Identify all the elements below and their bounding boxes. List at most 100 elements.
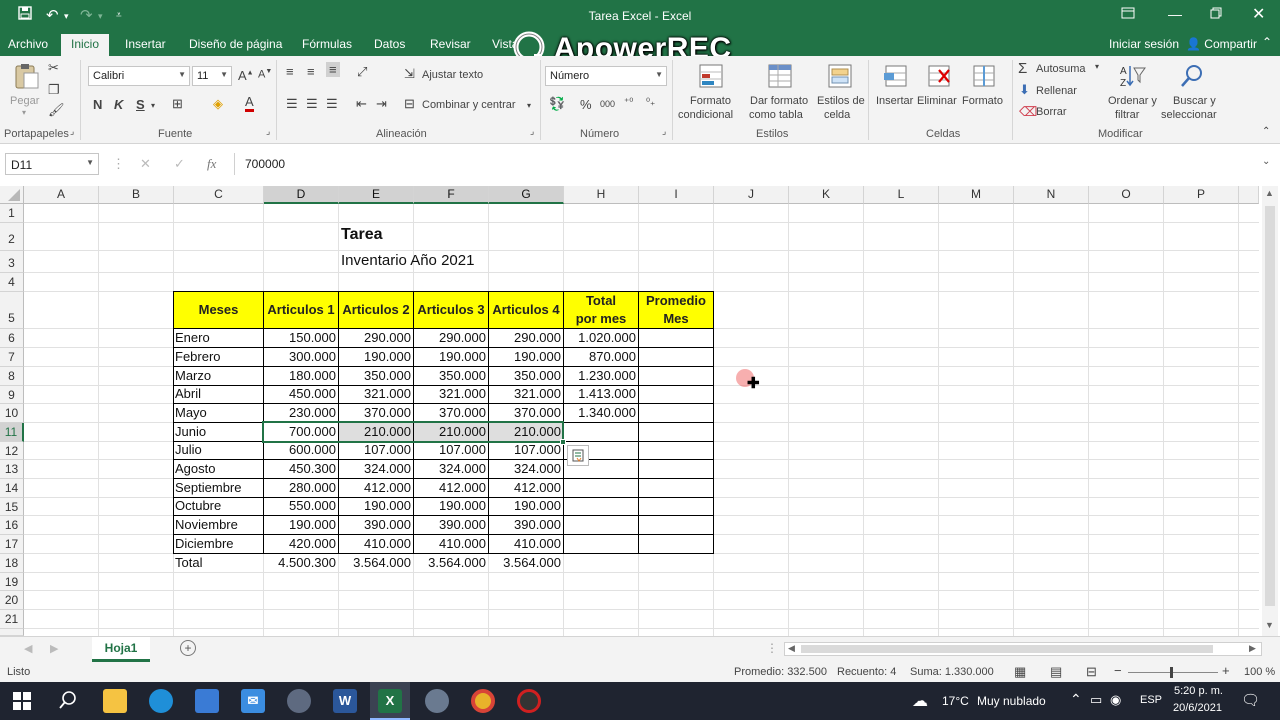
search-icon[interactable] xyxy=(58,690,78,713)
scroll-down-icon[interactable]: ▼ xyxy=(1265,620,1274,630)
number-format-combo[interactable]: Número ▼ xyxy=(545,66,667,86)
weather-cloud-icon[interactable]: ☁ xyxy=(912,691,928,711)
column-header-b[interactable]: B xyxy=(99,186,174,204)
percent-button[interactable]: % xyxy=(580,97,592,112)
value-cell[interactable] xyxy=(638,515,714,535)
row-header-3[interactable]: 3 xyxy=(0,251,24,273)
show-hidden-icons[interactable]: ⌃ xyxy=(1070,691,1082,708)
value-cell[interactable]: 350.000 xyxy=(338,366,414,386)
paint-icon[interactable] xyxy=(425,689,449,713)
value-cell[interactable]: 290.000 xyxy=(413,328,489,348)
column-header-o[interactable]: O xyxy=(1089,186,1164,204)
month-cell[interactable]: Abril xyxy=(173,385,264,404)
month-cell[interactable]: Noviembre xyxy=(173,515,264,535)
sign-in-link[interactable]: Iniciar sesión xyxy=(1109,37,1179,51)
row-header-7[interactable]: 7 xyxy=(0,348,24,367)
row-header-13[interactable]: 13 xyxy=(0,460,24,479)
value-cell[interactable]: 412.000 xyxy=(488,478,564,498)
tab-archivo[interactable]: Archivo xyxy=(8,37,48,51)
wrap-text-button[interactable]: Ajustar texto xyxy=(422,69,483,81)
row-header-16[interactable]: 16 xyxy=(0,516,24,535)
scrollbar-thumb[interactable] xyxy=(1265,206,1275,606)
scroll-right-icon[interactable]: ▶ xyxy=(1249,643,1256,654)
value-cell[interactable]: 450.300 xyxy=(263,459,339,479)
value-cell[interactable]: 370.000 xyxy=(488,403,564,423)
record-icon[interactable] xyxy=(517,689,541,713)
bold-icon[interactable]: N xyxy=(93,97,102,112)
network-icon[interactable]: ◉ xyxy=(1110,692,1121,708)
value-cell[interactable]: 450.000 xyxy=(263,385,339,404)
vertical-scrollbar[interactable]: ▲ ▼ xyxy=(1262,186,1278,636)
month-cell[interactable]: Marzo xyxy=(173,366,264,386)
decrease-decimal-icon[interactable]: ⁰₊ xyxy=(646,97,655,108)
value-cell[interactable]: 107.000 xyxy=(413,441,489,460)
increase-indent-icon[interactable]: ⇥ xyxy=(376,96,387,112)
align-top-icon[interactable]: ≡ xyxy=(286,64,294,79)
tab-revisar[interactable]: Revisar xyxy=(430,37,471,51)
insert-function-icon[interactable]: fx xyxy=(207,156,216,172)
month-cell[interactable]: Septiembre xyxy=(173,478,264,498)
value-cell[interactable] xyxy=(638,534,714,554)
value-cell[interactable]: 350.000 xyxy=(413,366,489,386)
column-header-p[interactable]: P xyxy=(1164,186,1239,204)
value-cell[interactable]: 321.000 xyxy=(338,385,414,404)
total-value-cell[interactable]: 3.564.000 xyxy=(488,553,563,572)
value-cell[interactable] xyxy=(563,478,639,498)
value-cell[interactable] xyxy=(638,478,714,498)
splitter-icon[interactable]: ⋮ xyxy=(766,641,778,655)
value-cell[interactable]: 324.000 xyxy=(413,459,489,479)
scroll-sheets-left-icon[interactable]: ◀ xyxy=(24,642,32,655)
share-button[interactable]: 👤 Compartir xyxy=(1186,37,1257,51)
total-value-cell[interactable]: 4.500.300 xyxy=(263,553,338,572)
font-name-combo[interactable]: Calibri ▼ xyxy=(88,66,190,86)
value-cell[interactable]: 390.000 xyxy=(488,515,564,535)
value-cell[interactable]: 370.000 xyxy=(413,403,489,423)
enter-icon[interactable]: ✓ xyxy=(174,156,185,172)
value-cell[interactable]: 190.000 xyxy=(413,497,489,516)
cut-icon[interactable]: ✂ xyxy=(48,60,59,76)
hscrollbar-thumb[interactable] xyxy=(801,645,1213,653)
value-cell[interactable] xyxy=(638,441,714,460)
column-header-h[interactable]: H xyxy=(564,186,639,204)
fill-color-icon[interactable]: ◈ xyxy=(213,96,223,112)
value-cell[interactable] xyxy=(638,459,714,479)
tab-inicio[interactable]: Inicio xyxy=(61,34,110,56)
tab-diseno-pagina[interactable]: Diseño de página xyxy=(189,37,282,51)
value-cell[interactable]: 190.000 xyxy=(488,347,564,367)
merge-center-icon[interactable]: ⊟ xyxy=(404,96,415,112)
value-cell[interactable] xyxy=(563,422,639,442)
copy-icon[interactable]: ❐ xyxy=(48,82,60,98)
row-header-11[interactable]: 11 xyxy=(0,423,24,442)
quick-analysis-button[interactable] xyxy=(567,445,589,466)
autosum-icon[interactable]: Σ xyxy=(1018,60,1027,77)
row-header-2[interactable]: 2 xyxy=(0,223,24,251)
underline-icon[interactable]: S xyxy=(136,97,145,112)
value-cell[interactable]: 300.000 xyxy=(263,347,339,367)
row-header-21[interactable]: 21 xyxy=(0,610,24,629)
expand-formula-icon[interactable]: ⌄ xyxy=(1262,156,1270,167)
value-cell[interactable]: 1.230.000 xyxy=(563,366,639,386)
select-all-corner[interactable] xyxy=(0,186,24,204)
borders-icon[interactable]: ⊞ xyxy=(172,96,183,112)
value-cell[interactable]: 1.020.000 xyxy=(563,328,639,348)
value-cell[interactable] xyxy=(638,497,714,516)
value-cell[interactable]: 280.000 xyxy=(263,478,339,498)
chrome-icon[interactable] xyxy=(471,689,495,713)
fill-down-icon[interactable]: ⬇ xyxy=(1019,82,1030,98)
alineacion-launcher-icon[interactable]: ⌟ xyxy=(530,126,534,137)
tab-insertar[interactable]: Insertar xyxy=(125,37,166,51)
mail-icon[interactable]: ✉ xyxy=(241,689,265,713)
column-header-j[interactable]: J xyxy=(714,186,789,204)
value-cell[interactable]: 1.340.000 xyxy=(563,403,639,423)
value-cell[interactable]: 410.000 xyxy=(413,534,489,554)
orientation-icon[interactable]: ⤢ xyxy=(357,64,367,80)
value-cell[interactable] xyxy=(563,534,639,554)
page-break-icon[interactable]: ⊟ xyxy=(1086,664,1097,680)
value-cell[interactable]: 390.000 xyxy=(338,515,414,535)
add-sheet-icon[interactable]: + xyxy=(180,640,196,656)
value-cell[interactable]: 350.000 xyxy=(488,366,564,386)
row-header-9[interactable]: 9 xyxy=(0,386,24,404)
zoom-slider[interactable] xyxy=(1128,672,1218,673)
collapse-ribbon-icon[interactable]: ⌃ xyxy=(1262,126,1270,137)
merge-dropdown-icon[interactable]: ▾ xyxy=(527,101,531,110)
